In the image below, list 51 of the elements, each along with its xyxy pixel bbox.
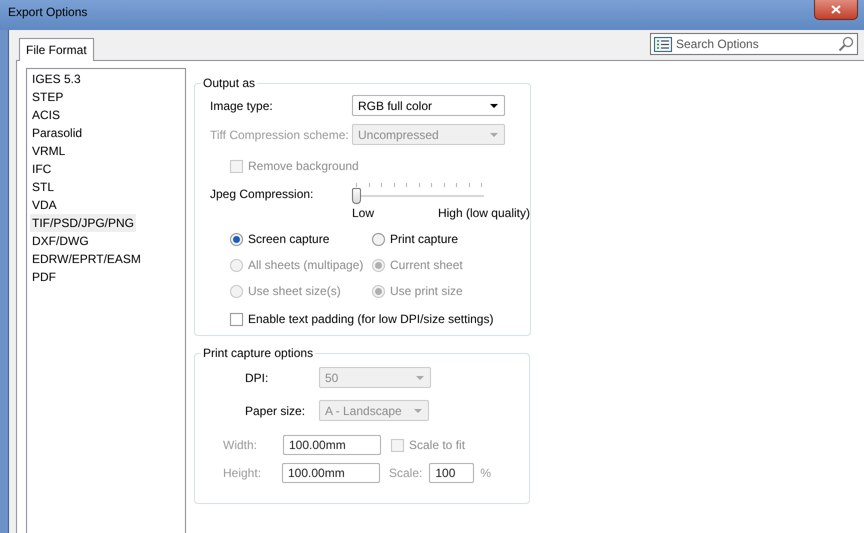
radio-label: Screen capture <box>248 232 330 246</box>
radio-label: Use print size <box>390 284 463 298</box>
format-list-item[interactable]: TIF/PSD/JPG/PNG <box>30 214 136 232</box>
format-list-item[interactable]: EDRW/EPRT/EASM <box>30 250 143 268</box>
checkbox-label: Remove background <box>248 159 359 173</box>
radio-button[interactable] <box>372 232 385 246</box>
search-field[interactable]: Search Options <box>650 33 858 55</box>
slider-max-label: High (low quality) <box>438 206 530 220</box>
field-label: Paper size: <box>245 404 306 418</box>
slider-thumb[interactable] <box>352 188 361 204</box>
radio-label: Print capture <box>390 232 458 246</box>
group-title: Output as <box>202 76 256 90</box>
radio-button[interactable] <box>230 232 243 246</box>
field-label: Tiff Compression scheme: <box>210 128 350 142</box>
checkbox[interactable] <box>230 312 243 326</box>
format-list-item[interactable]: IFC <box>30 160 54 178</box>
format-list-item[interactable]: PDF <box>30 268 58 286</box>
field-label: Height: <box>223 466 262 480</box>
checkbox-label: Enable text padding (for low DPI/size settings) <box>248 312 494 326</box>
caret-icon <box>416 376 424 380</box>
window-title: Export Options <box>8 5 88 19</box>
format-list-item[interactable]: ACIS <box>30 106 62 124</box>
format-list-item[interactable]: IGES 5.3 <box>30 70 83 88</box>
unit-label: % <box>480 466 492 480</box>
format-list-item[interactable]: Parasolid <box>30 124 84 142</box>
list-icon <box>654 36 672 52</box>
caret-icon <box>490 132 498 136</box>
field-label: Scale: <box>389 466 422 480</box>
format-list-item[interactable]: STL <box>30 178 56 196</box>
slider[interactable] <box>352 183 484 203</box>
checkbox-label: Scale to fit <box>409 438 466 452</box>
search-icon <box>838 36 854 52</box>
dropdown[interactable]: RGB full color <box>352 95 505 116</box>
caret-icon <box>414 408 422 412</box>
close-button[interactable] <box>814 0 858 20</box>
close-icon <box>831 5 841 14</box>
field-label: Width: <box>223 438 258 452</box>
group-title: Print capture options <box>202 346 314 360</box>
field-label: DPI: <box>245 370 270 384</box>
radio-label: Current sheet <box>390 258 463 272</box>
radio-label: Use sheet size(s) <box>248 284 341 298</box>
field-label: Jpeg Compression: <box>210 187 314 201</box>
tab[interactable]: File Format <box>19 38 94 61</box>
radio-label: All sheets (multipage) <box>248 258 364 272</box>
format-list-item[interactable]: VDA <box>30 196 59 214</box>
slider-min-label: Low <box>352 206 374 220</box>
caret-icon <box>490 104 498 108</box>
field-label: Image type: <box>210 98 274 112</box>
format-list-item[interactable]: STEP <box>30 88 66 106</box>
format-list-item[interactable]: VRML <box>30 142 68 160</box>
format-list-item[interactable]: DXF/DWG <box>30 232 91 250</box>
